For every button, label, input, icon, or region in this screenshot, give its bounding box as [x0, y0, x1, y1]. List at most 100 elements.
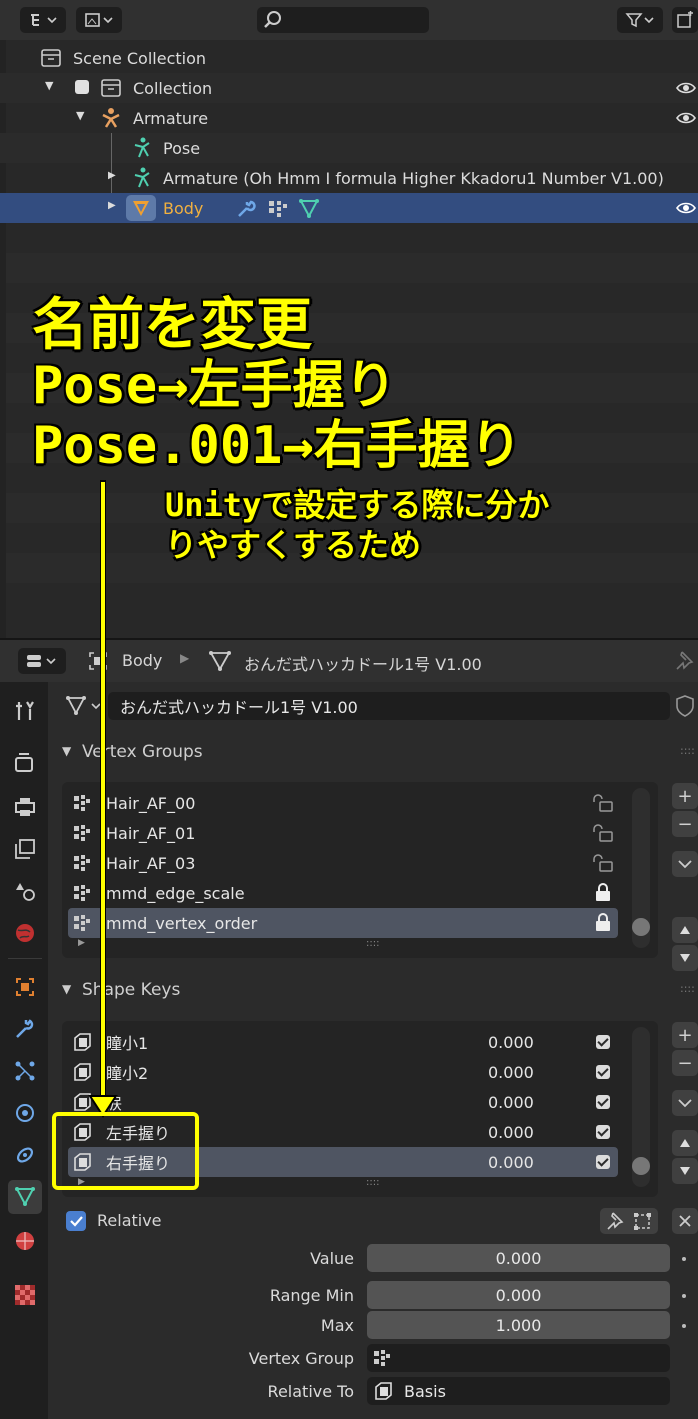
move-up-button[interactable] — [672, 917, 698, 943]
triangle-down-icon — [680, 1167, 690, 1175]
tab-object[interactable] — [8, 970, 42, 1004]
shape-key-value[interactable]: 0.000 — [488, 1033, 534, 1052]
shape-key-value[interactable]: 0.000 — [488, 1093, 534, 1112]
mesh-data-icon[interactable] — [298, 198, 320, 218]
move-up-button[interactable] — [672, 1130, 698, 1156]
list-scroll-thumb[interactable] — [632, 1157, 650, 1175]
shape-key-name: 瞳小2 — [106, 1064, 149, 1083]
display-mode-dropdown[interactable] — [20, 7, 66, 33]
tab-render[interactable] — [8, 746, 42, 780]
list-item[interactable]: 瞳小1 0.000 — [68, 1027, 618, 1057]
expand-arrow-icon[interactable]: ▶ — [108, 200, 116, 211]
list-resize-grip[interactable]: :::: — [366, 938, 379, 949]
pin-icon[interactable] — [604, 1211, 626, 1231]
tab-view-layer[interactable] — [8, 832, 42, 866]
tab-material[interactable] — [8, 1224, 42, 1258]
panel-drag-grip[interactable]: :::: — [680, 982, 695, 995]
wrench-icon[interactable] — [236, 199, 256, 219]
list-filter-toggle-icon[interactable]: ▶ — [78, 938, 85, 948]
shape-key-mute-checkbox[interactable] — [596, 1065, 610, 1079]
keyframe-dot-icon[interactable] — [682, 1324, 686, 1328]
list-item[interactable]: Hair_AF_03 — [68, 848, 618, 878]
shape-key-icon — [375, 1382, 392, 1400]
expand-arrow-icon[interactable]: ▼ — [45, 79, 53, 92]
list-item[interactable]: Hair_AF_01 — [68, 818, 618, 848]
unlock-icon[interactable] — [592, 824, 614, 842]
tree-row-armature[interactable]: ▼ Armature — [0, 103, 698, 133]
list-item[interactable]: Hair_AF_00 — [68, 788, 618, 818]
editor-type-dropdown[interactable] — [18, 648, 66, 674]
shape-key-mute-checkbox[interactable] — [596, 1095, 610, 1109]
lock-icon[interactable] — [595, 913, 611, 933]
move-down-button[interactable] — [672, 1158, 698, 1184]
list-item-selected[interactable]: mmd_vertex_order — [68, 908, 618, 938]
filter-mode-dropdown[interactable] — [76, 7, 122, 33]
list-scroll-thumb[interactable] — [632, 918, 650, 936]
search-input[interactable] — [257, 7, 429, 33]
shape-key-value[interactable]: 0.000 — [488, 1063, 534, 1082]
tab-physics[interactable] — [8, 1096, 42, 1130]
vertex-group-specials-dropdown[interactable] — [672, 851, 698, 877]
add-shape-key-button[interactable]: + — [672, 1022, 698, 1048]
max-field[interactable]: 1.000 — [367, 1311, 670, 1339]
tree-row-collection[interactable]: ▼ Collection — [0, 73, 698, 103]
filter-dropdown[interactable] — [617, 7, 663, 33]
vertex-groups-icon[interactable] — [268, 199, 288, 219]
fake-user-shield-icon[interactable] — [674, 694, 696, 718]
relative-checkbox[interactable] — [66, 1211, 86, 1231]
tree-row-scene-collection[interactable]: Scene Collection — [0, 43, 698, 73]
vertex-groups-panel-header[interactable]: ▼ Vertex Groups :::: — [54, 736, 698, 770]
shape-key-value[interactable]: 0.000 — [488, 1153, 534, 1172]
tree-row-body[interactable]: ▶ Body — [0, 193, 698, 223]
keyframe-dot-icon[interactable] — [682, 1294, 686, 1298]
remove-shape-key-button[interactable]: − — [672, 1050, 698, 1076]
particles-icon — [15, 1061, 35, 1081]
move-down-button[interactable] — [672, 945, 698, 971]
new-collection-button[interactable] — [672, 7, 698, 33]
tree-row-label: Collection — [133, 78, 213, 98]
list-resize-grip[interactable]: :::: — [366, 1177, 379, 1188]
tree-row-pose[interactable]: Pose — [0, 133, 698, 163]
unlock-icon[interactable] — [592, 794, 614, 812]
tab-texture[interactable] — [8, 1278, 42, 1312]
value-field[interactable]: 0.000 — [367, 1244, 670, 1272]
shape-key-value[interactable]: 0.000 — [488, 1123, 534, 1142]
vertex-group-field[interactable] — [367, 1344, 670, 1372]
tree-row-armature-data[interactable]: ▶ Armature (Oh Hmm I formula Higher Kkad… — [0, 163, 698, 193]
tab-output[interactable] — [8, 790, 42, 824]
shape-key-mute-checkbox[interactable] — [596, 1155, 610, 1169]
visibility-eye-icon[interactable] — [676, 82, 696, 94]
remove-vertex-group-button[interactable]: − — [672, 811, 698, 837]
expand-arrow-icon[interactable]: ▼ — [76, 109, 84, 122]
annotation-pose-rename: Pose→左手握り — [32, 356, 397, 416]
unlock-icon[interactable] — [592, 854, 614, 872]
armature-icon — [102, 108, 120, 128]
tab-tool[interactable] — [8, 694, 42, 728]
shape-key-mute-checkbox[interactable] — [596, 1035, 610, 1049]
tab-modifiers[interactable] — [8, 1012, 42, 1046]
clear-shape-keys-button[interactable] — [672, 1208, 698, 1234]
tab-world[interactable] — [8, 916, 42, 950]
add-vertex-group-button[interactable]: + — [672, 783, 698, 809]
visibility-eye-icon[interactable] — [676, 202, 696, 214]
panel-drag-grip[interactable]: :::: — [680, 744, 695, 757]
shape-keys-panel-header[interactable]: ▼ Shape Keys :::: — [54, 974, 698, 1008]
exclude-checkbox[interactable] — [75, 80, 89, 94]
relative-to-field[interactable]: Basis — [367, 1377, 670, 1405]
tab-mesh-data[interactable] — [8, 1180, 42, 1214]
lock-icon[interactable] — [595, 883, 611, 903]
list-item[interactable]: 瞳小2 0.000 — [68, 1057, 618, 1087]
range-min-field[interactable]: 0.000 — [367, 1281, 670, 1309]
tab-constraints[interactable] — [8, 1138, 42, 1172]
keyframe-dot-icon[interactable] — [682, 1257, 686, 1261]
list-item[interactable]: mmd_edge_scale — [68, 878, 618, 908]
edit-mode-icon[interactable] — [632, 1211, 654, 1231]
shape-key-specials-dropdown[interactable] — [672, 1090, 698, 1116]
mesh-name-field[interactable]: おんだ式ハッカドール1号 V1.00 — [108, 692, 670, 720]
tab-particles[interactable] — [8, 1054, 42, 1088]
expand-arrow-icon[interactable]: ▶ — [108, 170, 116, 181]
shape-key-mute-checkbox[interactable] — [596, 1125, 610, 1139]
visibility-eye-icon[interactable] — [676, 112, 696, 124]
tab-scene[interactable] — [8, 874, 42, 908]
pin-icon[interactable] — [674, 650, 694, 672]
